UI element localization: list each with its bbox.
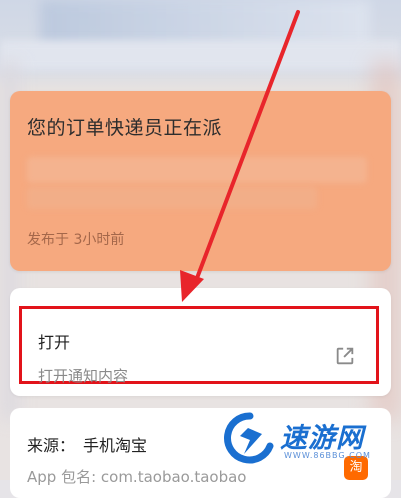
notification-time: 发布于 3小时前	[27, 232, 125, 248]
watermark: 速游网 WWW.86BBG.COM	[222, 410, 392, 470]
source-label: 来源：	[27, 436, 76, 455]
action-subtitle: 打开通知内容	[38, 367, 129, 385]
watermark-logo-icon	[224, 412, 274, 464]
notification-title: 您的订单快递员正在派	[27, 117, 223, 139]
action-card: 打开 打开通知内容	[10, 288, 391, 396]
watermark-text: 速游网	[280, 423, 364, 454]
source-app-name: 手机淘宝	[83, 436, 148, 455]
open-notification-action[interactable]: 打开 打开通知内容	[19, 306, 379, 385]
action-title: 打开	[38, 333, 71, 352]
external-link-icon[interactable]	[334, 345, 356, 367]
notification-card[interactable]: 您的订单快递员正在派 发布于 3小时前	[10, 91, 391, 271]
blurred-strip	[0, 40, 401, 70]
source-line: 来源： 手机淘宝	[27, 432, 147, 456]
notification-body-blurred	[27, 157, 367, 183]
package-name: App 包名: com.taobao.taobao	[27, 468, 247, 486]
watermark-url: WWW.86BBG.COM	[284, 451, 371, 460]
notification-body-blurred-line	[27, 187, 317, 209]
